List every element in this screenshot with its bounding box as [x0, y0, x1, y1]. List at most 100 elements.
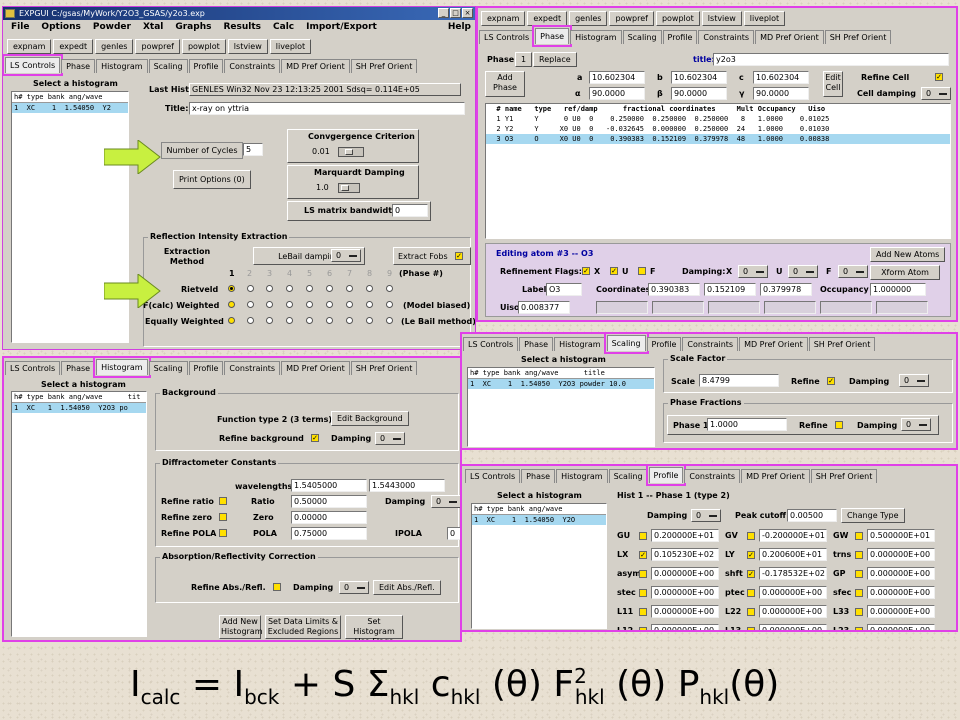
- expnam-button[interactable]: expnam: [481, 11, 526, 26]
- atom-row[interactable]: 3 O3 O X0 U0 0 0.390383 0.152109 0.37997…: [486, 134, 950, 144]
- histogram-row[interactable]: 1 XC 1 1.54050 Y2: [12, 103, 128, 113]
- extraction-radio[interactable]: [306, 301, 313, 308]
- profile-param-input[interactable]: 0.000000E+00: [867, 605, 935, 618]
- refine-zero-checkbox[interactable]: [219, 513, 227, 521]
- wavelength2-input[interactable]: 1.5443000: [369, 479, 445, 492]
- atom-row[interactable]: 1 Y1 Y 0 U0 0 0.250000 0.250000 0.250000…: [486, 114, 950, 124]
- coord-z-input[interactable]: 0.379978: [760, 283, 812, 296]
- profile-param-checkbox[interactable]: [855, 627, 863, 631]
- profile-param-checkbox[interactable]: [855, 589, 863, 597]
- damp-x-dropdown[interactable]: 0: [738, 265, 768, 278]
- powpref-button[interactable]: powpref: [135, 39, 180, 54]
- tab-phase[interactable]: Phase: [521, 469, 556, 483]
- change-type-button[interactable]: Change Type: [841, 508, 905, 523]
- wavelength1-input[interactable]: 1.5405000: [291, 479, 367, 492]
- close-button[interactable]: ×: [462, 8, 473, 18]
- edit-cell-button[interactable]: Edit Cell: [823, 71, 843, 97]
- profile-param-checkbox[interactable]: [855, 551, 863, 559]
- marquardt-slider[interactable]: [338, 183, 360, 193]
- refine-pola-checkbox[interactable]: [219, 529, 227, 537]
- profile-param-checkbox[interactable]: ✓: [639, 551, 647, 559]
- atom-label-input[interactable]: O3: [546, 283, 582, 296]
- profile-param-input[interactable]: 0.000000E+00: [867, 586, 935, 599]
- tab-md-pref-orient[interactable]: MD Pref Orient: [755, 30, 824, 44]
- profile-damping-dropdown[interactable]: 0: [691, 509, 721, 522]
- histogram-row[interactable]: 1 XC 1 1.54050 Y2O: [472, 515, 606, 525]
- profile-param-input[interactable]: -0.200000E+01: [759, 529, 827, 542]
- tab-profile[interactable]: Profile: [645, 465, 687, 486]
- edit-abs-button[interactable]: Edit Abs./Refl.: [373, 580, 441, 595]
- extraction-radio[interactable]: [366, 285, 373, 292]
- profile-param-input[interactable]: 0.000000E+00: [651, 586, 719, 599]
- coord-x-input[interactable]: 0.390383: [648, 283, 700, 296]
- extraction-radio[interactable]: [266, 285, 273, 292]
- extraction-radio[interactable]: [326, 317, 333, 324]
- background-damping-dropdown[interactable]: 0: [375, 432, 405, 445]
- extraction-radio[interactable]: [228, 317, 235, 324]
- powplot-button[interactable]: powplot: [181, 39, 226, 54]
- convergence-slider[interactable]: [338, 147, 364, 157]
- refine-abs-checkbox[interactable]: [273, 583, 281, 591]
- powpref-button[interactable]: powpref: [609, 11, 654, 26]
- tab-sh-pref-orient[interactable]: SH Pref Orient: [808, 337, 876, 351]
- menu-help[interactable]: Help: [448, 20, 471, 35]
- profile-param-checkbox[interactable]: [855, 608, 863, 616]
- ratio-input[interactable]: 0.50000: [291, 495, 367, 508]
- replace-button[interactable]: Replace: [533, 52, 577, 67]
- tab-constraints[interactable]: Constraints: [682, 337, 739, 351]
- tab-md-pref-orient[interactable]: MD Pref Orient: [281, 59, 350, 73]
- profile-param-input[interactable]: 0.000000E+00: [867, 624, 935, 631]
- extraction-radio[interactable]: [286, 317, 293, 324]
- print-options-button[interactable]: Print Options (0): [173, 170, 251, 189]
- tab-profile[interactable]: Profile: [662, 30, 698, 44]
- extraction-radio[interactable]: [266, 301, 273, 308]
- tab-md-pref-orient[interactable]: MD Pref Orient: [739, 337, 808, 351]
- histogram-list[interactable]: h# type bank ang/wave tit 1 XC 1 1.54050…: [11, 391, 147, 637]
- tab-md-pref-orient[interactable]: MD Pref Orient: [281, 361, 350, 375]
- menu-import-export[interactable]: Import/Export: [306, 20, 377, 35]
- extraction-radio[interactable]: [286, 301, 293, 308]
- pola-input[interactable]: 0.75000: [291, 527, 367, 540]
- profile-param-checkbox[interactable]: [639, 532, 647, 540]
- tab-scaling[interactable]: Scaling: [148, 59, 188, 73]
- tab-phase[interactable]: Phase: [519, 337, 554, 351]
- menu-calc[interactable]: Calc: [273, 20, 294, 35]
- scale-refine-checkbox[interactable]: ✓: [827, 377, 835, 385]
- tab-histogram[interactable]: Histogram: [556, 469, 608, 483]
- profile-param-input[interactable]: 0.200600E+01: [759, 548, 827, 561]
- tab-profile[interactable]: Profile: [188, 361, 224, 375]
- profile-param-input[interactable]: 0.500000E+01: [867, 529, 935, 542]
- refine-background-checkbox[interactable]: ✓: [311, 434, 319, 442]
- extraction-radio[interactable]: [306, 285, 313, 292]
- flag-u-checkbox[interactable]: ✓: [610, 267, 618, 275]
- add-phase-button[interactable]: Add Phase: [485, 71, 525, 97]
- flag-x-checkbox[interactable]: ✓: [582, 267, 590, 275]
- damping3-dropdown[interactable]: 0: [339, 581, 369, 594]
- profile-param-checkbox[interactable]: [855, 570, 863, 578]
- atoms-table[interactable]: # name type ref/damp fractional coordina…: [485, 103, 951, 239]
- profile-param-input[interactable]: 0.000000E+00: [651, 567, 719, 580]
- extraction-radio[interactable]: [386, 301, 393, 308]
- profile-param-checkbox[interactable]: [639, 570, 647, 578]
- tab-ls-controls[interactable]: LS Controls: [479, 30, 535, 44]
- extraction-radio[interactable]: [228, 301, 235, 308]
- uiso-input[interactable]: 0.008377: [518, 301, 570, 314]
- extraction-radio[interactable]: [247, 317, 254, 324]
- profile-param-input[interactable]: 0.000000E+00: [759, 624, 827, 631]
- expnam-button[interactable]: expnam: [7, 39, 52, 54]
- tab-phase[interactable]: Phase: [61, 361, 96, 375]
- tab-sh-pref-orient[interactable]: SH Pref Orient: [350, 59, 418, 73]
- cell-a-input[interactable]: 10.602304: [589, 71, 645, 84]
- tab-sh-pref-orient[interactable]: SH Pref Orient: [824, 30, 892, 44]
- genles-button[interactable]: genles: [95, 39, 134, 54]
- extraction-radio[interactable]: [247, 301, 254, 308]
- liveplot-button[interactable]: liveplot: [269, 39, 312, 54]
- profile-param-checkbox[interactable]: [747, 532, 755, 540]
- tab-scaling[interactable]: Scaling: [608, 469, 648, 483]
- ipola-input[interactable]: 0: [447, 527, 461, 540]
- number-of-cycles-input[interactable]: 5: [243, 143, 263, 156]
- tab-constraints[interactable]: Constraints: [224, 361, 281, 375]
- flag-f-checkbox[interactable]: [638, 267, 646, 275]
- menu-file[interactable]: File: [11, 20, 29, 35]
- extraction-radio[interactable]: [266, 317, 273, 324]
